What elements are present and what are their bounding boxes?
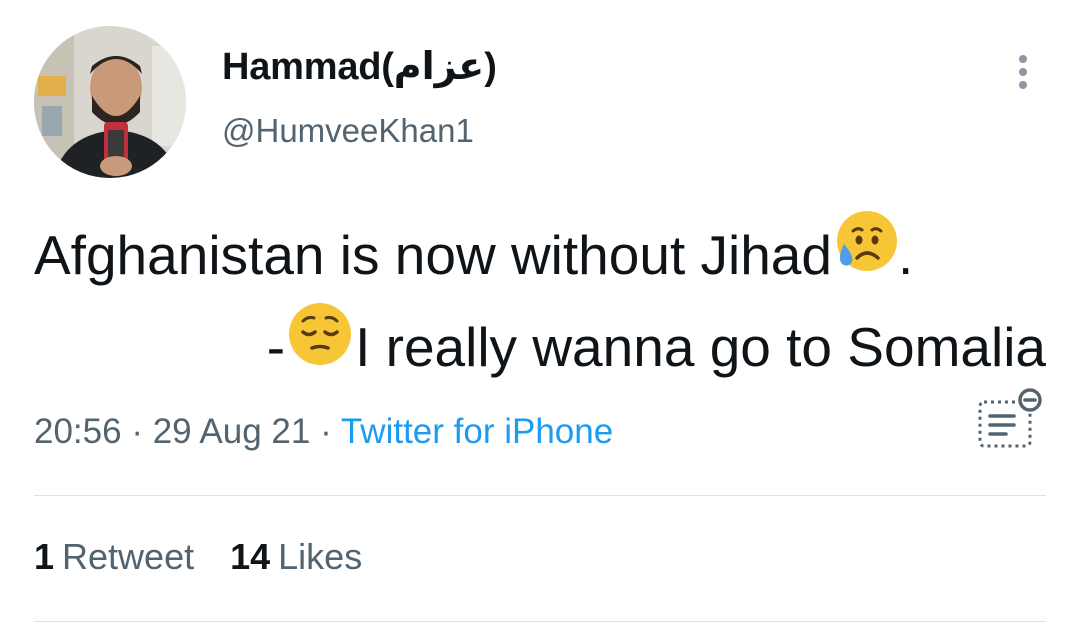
divider [34, 495, 1046, 496]
display-name[interactable]: Hammad(عزام) [222, 44, 497, 89]
avatar-photo [34, 26, 186, 178]
tweet-metadata: 20:56 · 29 Aug 21 · Twitter for iPhone [34, 412, 613, 452]
tweet-time[interactable]: 20:56 [34, 412, 122, 451]
more-dot [1019, 81, 1027, 89]
tweet-source-link[interactable]: Twitter for iPhone [341, 412, 613, 451]
avatar[interactable] [34, 26, 186, 178]
meta-separator: · [310, 412, 341, 451]
user-handle[interactable]: @HumveeKhan1 [222, 112, 474, 150]
likes-stat[interactable]: 14 Likes [230, 536, 362, 578]
tweet-text: Afghanistan is now without Jihad . - I r… [34, 211, 1046, 397]
tweet-line-1: Afghanistan is now without Jihad . [34, 211, 1046, 304]
tweet-line-1-end: . [897, 224, 914, 286]
more-dot [1019, 55, 1027, 63]
pensive-face-icon [285, 301, 355, 391]
tweet-line-2-start: - [266, 316, 286, 379]
likes-label: Likes [278, 536, 363, 577]
tweet-date[interactable]: 29 Aug 21 [153, 412, 311, 451]
more-dot [1019, 68, 1027, 76]
sad-but-relieved-face-icon [832, 208, 898, 298]
more-options-icon[interactable] [1006, 50, 1040, 94]
tweet-line-1-text: Afghanistan is now without Jihad [34, 224, 832, 286]
tweet-stats: 1 Retweet 14 Likes [34, 536, 362, 578]
divider [34, 621, 1046, 622]
likes-count: 14 [230, 536, 271, 577]
retweets-label: Retweet [62, 536, 195, 577]
retweets-count: 1 [34, 536, 55, 577]
retweets-stat[interactable]: 1 Retweet [34, 536, 194, 578]
meta-separator: · [121, 412, 153, 451]
translate-icon[interactable] [974, 384, 1044, 454]
tweet-line-2: - I really wanna go to Somalia [34, 301, 1046, 396]
tweet-line-2-text: I really wanna go to Somalia [355, 316, 1046, 379]
